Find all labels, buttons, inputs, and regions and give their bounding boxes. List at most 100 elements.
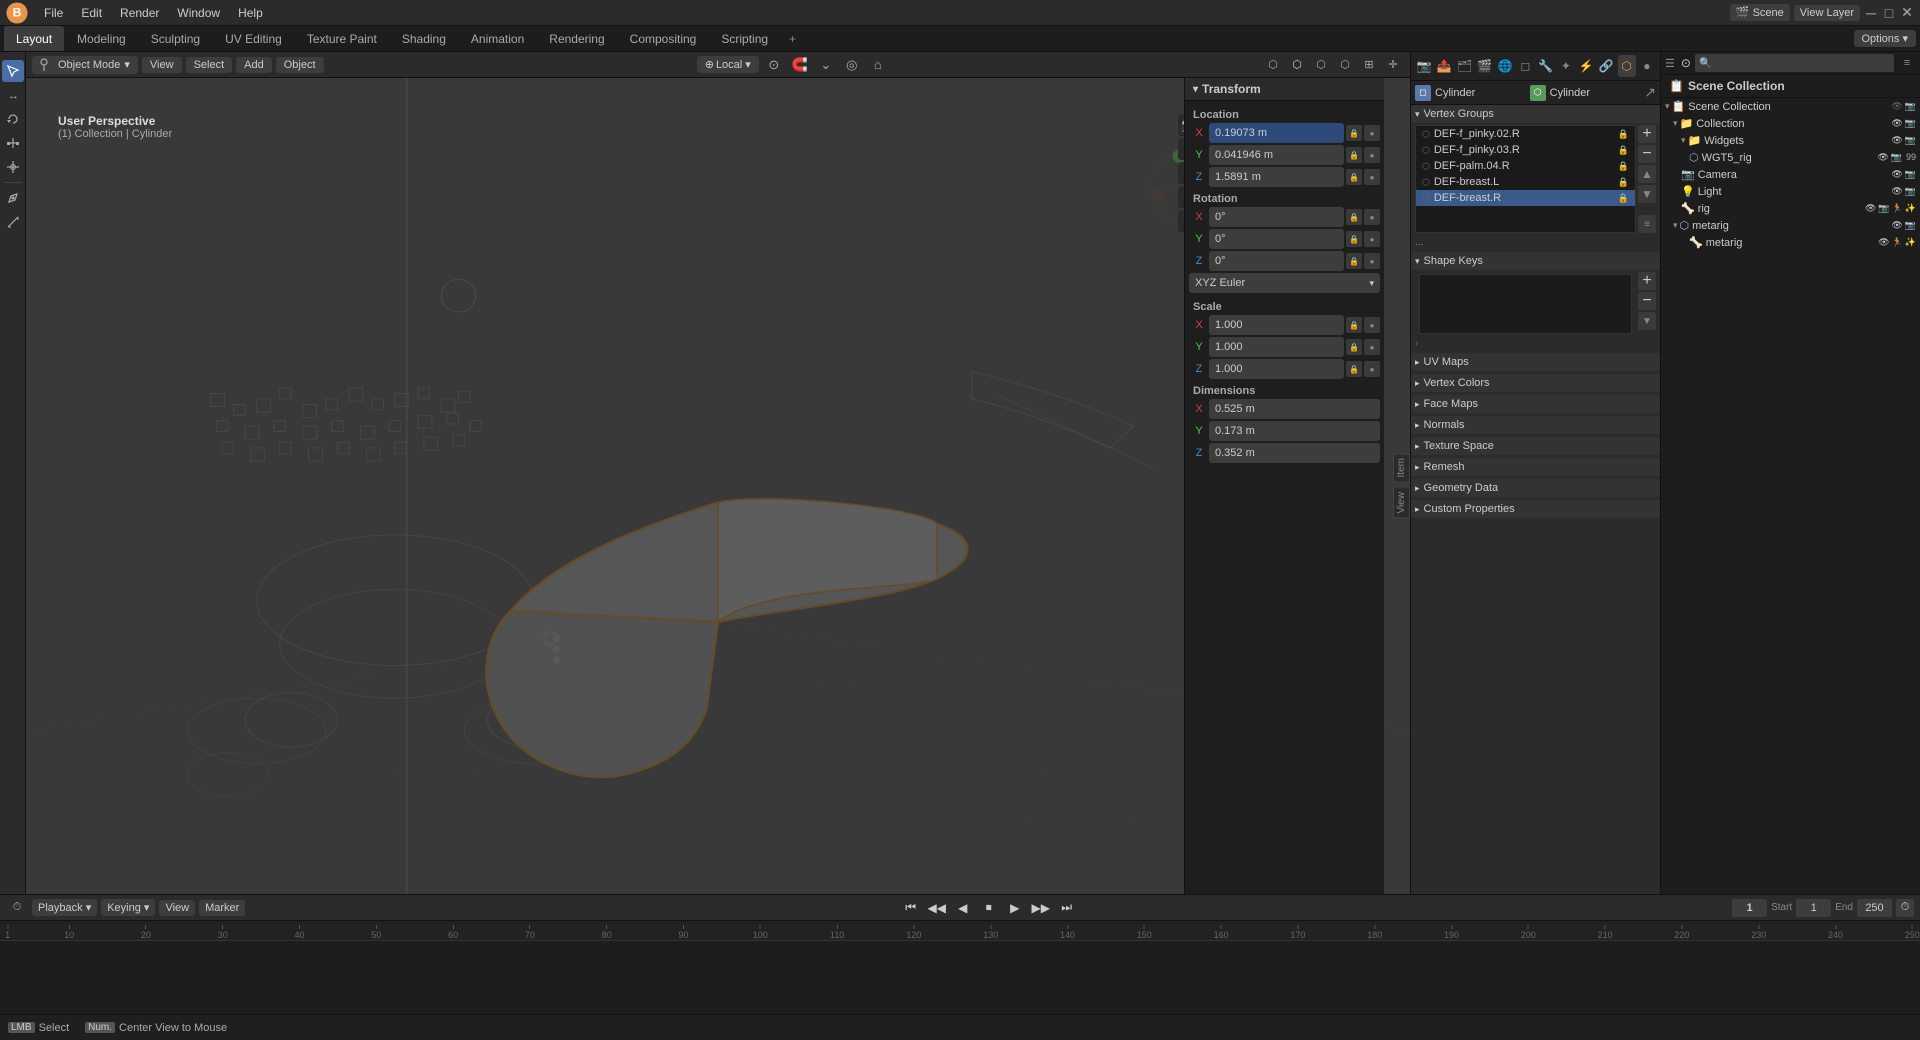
menu-render[interactable]: Render	[112, 4, 167, 22]
tool-annotate[interactable]	[2, 187, 24, 209]
tab-rendering[interactable]: Rendering	[537, 26, 616, 51]
viewport-shading-render[interactable]: ⬡	[1334, 54, 1356, 76]
face-maps-header[interactable]: ▸ Face Maps	[1411, 395, 1660, 413]
vg-item-2-lock[interactable]: 🔒	[1618, 161, 1629, 172]
tree-item-light[interactable]: 💡 Light 👁 📷	[1661, 183, 1920, 200]
outliner-search[interactable]: 🔍	[1695, 54, 1894, 72]
rotation-z-anim[interactable]: ●	[1364, 253, 1380, 269]
geometry-data-header[interactable]: ▸ Geometry Data	[1411, 479, 1660, 497]
props-expand-btn[interactable]: ↗	[1644, 84, 1656, 101]
transform-pivot[interactable]: ◎	[841, 54, 863, 76]
props-tab-view-layer[interactable]: 🗂	[1456, 55, 1474, 77]
vg-item-4[interactable]: ⬡ DEF-breast.R 🔒	[1416, 190, 1635, 206]
vg-item-3[interactable]: ⬡ DEF-breast.L 🔒	[1416, 174, 1635, 190]
end-frame-field[interactable]: 250	[1857, 899, 1892, 917]
remesh-header[interactable]: ▸ Remesh	[1411, 458, 1660, 476]
vg-down-btn[interactable]: ▼	[1638, 185, 1656, 203]
jump-to-start-btn[interactable]: ⏮	[900, 897, 922, 919]
texture-space-header[interactable]: ▸ Texture Space	[1411, 437, 1660, 455]
window-close[interactable]: ✕	[1900, 6, 1914, 20]
tab-sculpting[interactable]: Sculpting	[139, 26, 212, 51]
light-render[interactable]: 📷	[1905, 186, 1916, 197]
fps-icon[interactable]: ⏱	[1896, 899, 1914, 917]
vg-item-1-lock[interactable]: 🔒	[1618, 145, 1629, 156]
rig-extra2[interactable]: ✨	[1905, 203, 1916, 214]
wgt5rig-render[interactable]: 📷	[1891, 152, 1902, 163]
scale-z-field[interactable]: 1.000	[1209, 359, 1344, 379]
viewport-shading-material[interactable]: ⬡	[1310, 54, 1332, 76]
vertex-groups-header[interactable]: ▾ Vertex Groups	[1411, 105, 1660, 123]
props-tab-constraints[interactable]: 🔗	[1597, 55, 1615, 77]
collection-vis[interactable]: 👁	[1891, 118, 1902, 129]
sk-add-btn[interactable]: +	[1638, 272, 1656, 290]
rotation-y-anim[interactable]: ●	[1364, 231, 1380, 247]
rotation-z-lock[interactable]: 🔒	[1346, 253, 1362, 269]
camera-vis[interactable]: 👁	[1891, 169, 1902, 180]
tab-uv-editing[interactable]: UV Editing	[213, 26, 294, 51]
props-data-name[interactable]: Cylinder	[1550, 87, 1641, 99]
props-tab-physics[interactable]: ⚡	[1577, 55, 1595, 77]
tree-item-metarig-child[interactable]: 🦴 metarig 👁 🏃 ✨	[1661, 234, 1920, 251]
scale-x-field[interactable]: 1.000	[1209, 315, 1344, 335]
tab-layout[interactable]: Layout	[4, 26, 64, 51]
props-tab-object[interactable]: ◻	[1516, 55, 1534, 77]
tab-add[interactable]: +	[781, 29, 804, 49]
viewport-canvas[interactable]: X Y Z User Perspective (1) Collection | …	[26, 78, 1410, 894]
tree-item-widgets[interactable]: ▾ 📁 Widgets 👁 📷	[1661, 132, 1920, 149]
shape-keys-header[interactable]: ▾ Shape Keys	[1411, 252, 1660, 270]
location-y-lock[interactable]: 🔒	[1346, 147, 1362, 163]
step-back-btn[interactable]: ◀◀	[926, 897, 948, 919]
scene-selector[interactable]: 🎬 Scene	[1730, 4, 1790, 21]
widgets-render[interactable]: 📷	[1905, 135, 1916, 146]
dim-z-field[interactable]: 0.352 m	[1209, 443, 1380, 463]
location-z-lock[interactable]: 🔒	[1346, 169, 1362, 185]
scale-y-lock[interactable]: 🔒	[1346, 339, 1362, 355]
tree-item-scene-collection[interactable]: ▾ 📋 Scene Collection 👁 📷	[1661, 98, 1920, 115]
outliner-filter-btn[interactable]: ≡	[1898, 54, 1916, 72]
vg-item-0-lock[interactable]: 🔒	[1618, 129, 1629, 140]
vg-item-2[interactable]: ⬡ DEF-palm.04.R 🔒	[1416, 158, 1635, 174]
timeline-icon[interactable]: ⏱	[6, 897, 28, 919]
scale-x-anim[interactable]: ●	[1364, 317, 1380, 333]
vg-item-4-lock[interactable]: 🔒	[1618, 193, 1629, 204]
rotation-x-lock[interactable]: 🔒	[1346, 209, 1362, 225]
stop-btn[interactable]: ⏹	[978, 897, 1000, 919]
tab-modeling[interactable]: Modeling	[65, 26, 138, 51]
timeline-body[interactable]: 1 10 20 30 40 50 60 70 80 90 100 110 120…	[0, 921, 1920, 1014]
viewport-view-menu[interactable]: View	[142, 57, 182, 73]
tree-item-metarig-parent[interactable]: ▾ ⬡ metarig 👁 📷	[1661, 217, 1920, 234]
normals-header[interactable]: ▸ Normals	[1411, 416, 1660, 434]
scale-z-lock[interactable]: 🔒	[1346, 361, 1362, 377]
playback-dropdown[interactable]: Playback ▾	[32, 899, 97, 916]
options-dropdown[interactable]: Options ▾	[1854, 30, 1917, 47]
tree-item-camera[interactable]: 📷 Camera 👁 📷	[1661, 166, 1920, 183]
menu-window[interactable]: Window	[169, 4, 228, 22]
props-tab-modifier[interactable]: 🔧	[1537, 55, 1555, 77]
tree-item-collection[interactable]: ▾ 📁 Collection 👁 📷	[1661, 115, 1920, 132]
scene-coll-render[interactable]: 📷	[1905, 101, 1916, 112]
collection-render[interactable]: 📷	[1905, 118, 1916, 129]
tab-texture-paint[interactable]: Texture Paint	[295, 26, 389, 51]
location-x-lock[interactable]: 🔒	[1346, 125, 1362, 141]
light-vis[interactable]: 👁	[1891, 186, 1902, 197]
props-tab-material[interactable]: ●	[1638, 55, 1656, 77]
viewport-shading-wire[interactable]: ⬡	[1262, 54, 1284, 76]
props-obj-name[interactable]: Cylinder	[1435, 87, 1526, 99]
rig-render[interactable]: 📷	[1878, 203, 1889, 214]
viewport-object-menu[interactable]: Object	[276, 57, 324, 73]
props-tab-output[interactable]: 📤	[1435, 55, 1453, 77]
snap-toggle[interactable]: 🧲	[789, 54, 811, 76]
tool-scale[interactable]	[2, 132, 24, 154]
props-tab-data[interactable]: ⬡	[1618, 55, 1636, 77]
metarig-parent-vis[interactable]: 👁	[1891, 220, 1902, 231]
tool-move[interactable]: ↔	[2, 84, 24, 106]
metarig-child-extra1[interactable]: 🏃	[1892, 237, 1903, 248]
blender-logo[interactable]: B	[6, 2, 28, 24]
step-fwd-btn[interactable]: ▶▶	[1030, 897, 1052, 919]
tool-measure[interactable]	[2, 211, 24, 233]
widgets-vis[interactable]: 👁	[1891, 135, 1902, 146]
sk-down-btn[interactable]: ▼	[1638, 312, 1656, 330]
mode-dropdown[interactable]: Object Mode ▾	[32, 56, 138, 74]
vg-filter-btn[interactable]: ≡	[1638, 215, 1656, 233]
scale-y-field[interactable]: 1.000	[1209, 337, 1344, 357]
